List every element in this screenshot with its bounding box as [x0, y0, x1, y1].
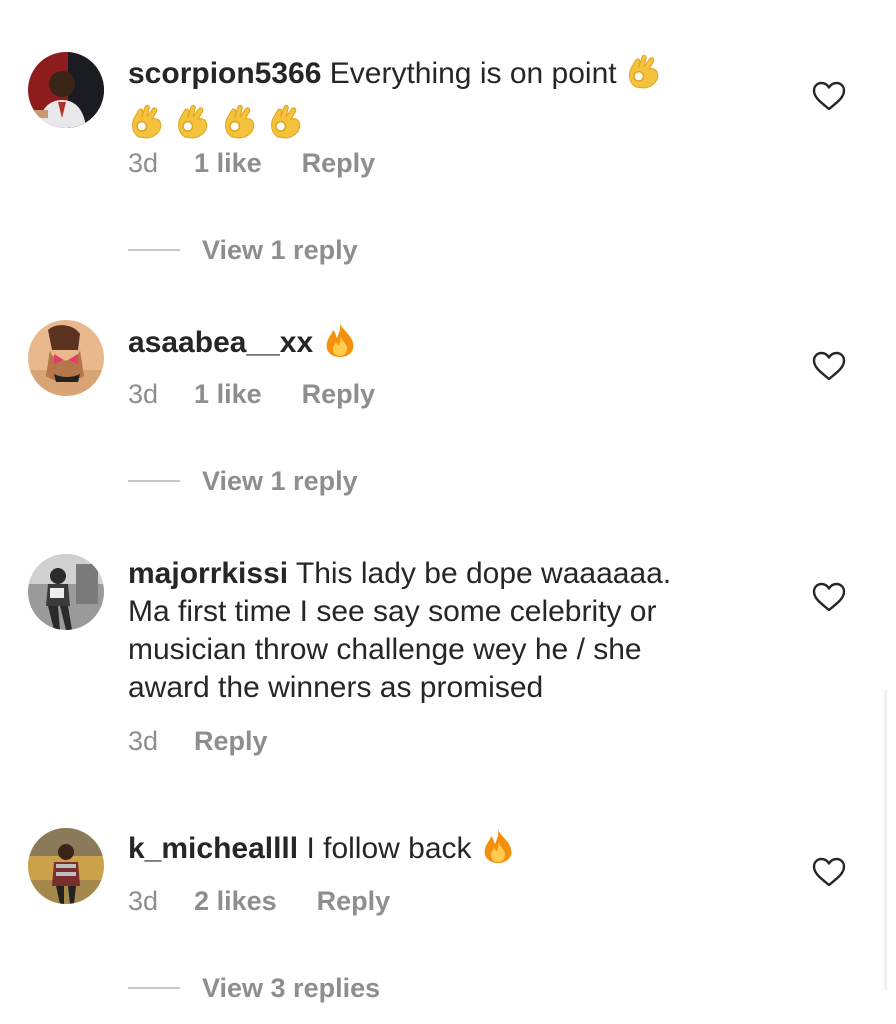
comment-meta: 3d 1 like Reply: [128, 148, 375, 179]
comment-text-line: This lady be dope waaaaaa.: [288, 557, 672, 590]
divider-line: [128, 479, 180, 482]
profile-photo: [28, 320, 104, 396]
profile-photo: [28, 554, 104, 630]
heart-icon[interactable]: [812, 81, 846, 111]
fire-emoji: [322, 322, 358, 358]
username[interactable]: scorpion5366: [128, 57, 321, 90]
comment-meta: 3d 1 like Reply: [128, 379, 375, 410]
username[interactable]: asaabea__xx: [128, 326, 313, 359]
ok-hand-emoji: [221, 101, 259, 139]
heart-icon[interactable]: [812, 582, 846, 612]
comment-text: Everything is on point: [321, 57, 625, 90]
timestamp: 3d: [128, 379, 159, 409]
ok-hand-emoji: [267, 101, 305, 139]
username[interactable]: majorrkissi: [128, 557, 288, 590]
avatar[interactable]: [28, 828, 104, 904]
reply-button[interactable]: Reply: [317, 886, 391, 916]
view-replies-label: View 1 reply: [202, 235, 358, 265]
ok-hand-emoji: [128, 101, 166, 139]
ok-hand-emoji: [625, 51, 663, 89]
likes-count[interactable]: 2 likes: [194, 886, 277, 916]
likes-count[interactable]: 1 like: [194, 379, 262, 409]
comment-body: asaabea__xx: [128, 322, 768, 362]
timestamp: 3d: [128, 726, 159, 756]
comment-text: [313, 326, 321, 359]
comment-text-line: award the winners as promised: [128, 671, 544, 704]
likes-count[interactable]: 1 like: [194, 148, 262, 178]
scrollbar-edge: [884, 690, 887, 990]
ok-hand-emoji: [174, 101, 212, 139]
avatar[interactable]: [28, 554, 104, 630]
username[interactable]: k_micheallll: [128, 832, 298, 865]
divider-line: [128, 248, 180, 251]
fire-emoji: [480, 828, 516, 864]
comment-text: I follow back: [298, 832, 480, 865]
view-replies-button[interactable]: View 1 reply: [128, 235, 358, 266]
avatar[interactable]: [28, 52, 104, 128]
timestamp: 3d: [128, 148, 159, 178]
comment-text-line: Ma first time I see say some celebrity o…: [128, 595, 657, 628]
comment-body: scorpion5366 Everything is on point: [128, 51, 768, 143]
heart-icon[interactable]: [812, 351, 846, 381]
reply-button[interactable]: Reply: [302, 148, 376, 178]
view-replies-button[interactable]: View 1 reply: [128, 466, 358, 497]
reply-button[interactable]: Reply: [302, 379, 376, 409]
view-replies-button[interactable]: View 3 replies: [128, 973, 380, 1004]
avatar[interactable]: [28, 320, 104, 396]
view-replies-label: View 3 replies: [202, 973, 381, 1003]
view-replies-label: View 1 reply: [202, 466, 358, 496]
comment-meta: 3d 2 likes Reply: [128, 886, 390, 917]
profile-photo: [28, 52, 104, 128]
profile-photo: [28, 828, 104, 904]
heart-icon[interactable]: [812, 857, 846, 887]
reply-button[interactable]: Reply: [194, 726, 268, 756]
divider-line: [128, 986, 180, 989]
timestamp: 3d: [128, 886, 159, 916]
comment-meta: 3d Reply: [128, 726, 268, 757]
comment-body: majorrkissi This lady be dope waaaaaa. M…: [128, 555, 768, 707]
comment-body: k_micheallll I follow back: [128, 828, 768, 868]
comment-text-line: musician throw challenge wey he / she: [128, 633, 642, 666]
